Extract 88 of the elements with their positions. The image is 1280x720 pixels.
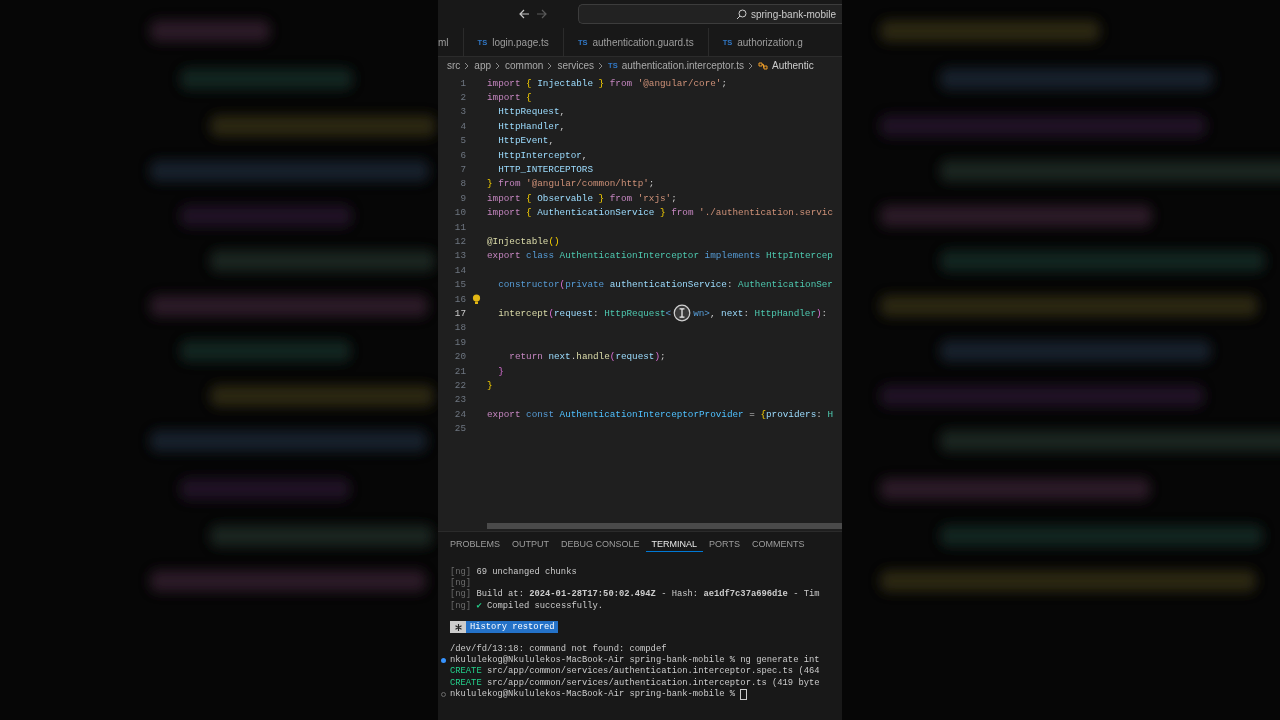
line-number: 21: [453, 365, 466, 377]
chevron-icon: [748, 61, 754, 70]
code-line: HttpEvent,: [497, 135, 554, 147]
line-number: 10: [453, 207, 466, 219]
asterisk-icon: [450, 621, 466, 634]
line-number: 6: [459, 149, 466, 161]
panel-tab[interactable]: DEBUG CONSOLE: [555, 536, 646, 552]
panel-tab[interactable]: COMMENTS: [745, 536, 811, 552]
mouse-cursor-icon: [673, 304, 692, 323]
terminal-output: Build at: 2024-01-28T17:50:02.494Z - Hash: ae1df7c37a696d1e - Tim: [476, 589, 820, 600]
code-line: export class AuthenticationInterceptor implements HttpIntercep: [487, 250, 833, 262]
code-line: HttpRequest,: [497, 106, 566, 118]
line-number: 15: [453, 279, 466, 291]
panel-tab[interactable]: TERMINAL: [645, 536, 704, 552]
search-field[interactable]: spring-bank-mobile: [578, 4, 842, 24]
history-restored-label: History restored: [466, 621, 559, 634]
chevron-icon: [598, 61, 605, 70]
back-arrow-icon[interactable]: [518, 8, 530, 20]
chevron-icon: [495, 61, 502, 70]
editor-tab[interactable]: ml: [438, 28, 464, 56]
panel-tab[interactable]: OUTPUT: [506, 536, 555, 552]
line-number: 3: [459, 106, 466, 118]
ng-prefix: [ng]: [450, 589, 472, 600]
terminal-output: Compiled successfully.: [487, 600, 604, 611]
terminal-prompt: nkululekog@Nkululekos-MacBook-Air spring-bank-mobile % ng generate int: [450, 655, 820, 666]
line-number: 16: [453, 293, 466, 305]
code-line: import {: [487, 92, 532, 104]
code-line: HttpInterceptor,: [497, 149, 588, 161]
breadcrumb-item[interactable]: authentication.interceptor.ts: [621, 60, 744, 71]
check-mark: ✔: [476, 600, 482, 612]
line-number: 8: [459, 178, 466, 190]
line-number: 25: [453, 423, 466, 435]
line-number: 4: [459, 120, 466, 132]
code-line: import { Observable } from 'rxjs';: [487, 192, 677, 204]
breadcrumb-item[interactable]: common: [505, 60, 544, 71]
line-number: 13: [453, 250, 466, 262]
line-number: 14: [453, 264, 466, 276]
terminal-output: 69 unchanged chunks: [476, 566, 577, 577]
line-number: 24: [453, 408, 466, 420]
ng-prefix: [ng]: [450, 600, 472, 611]
line-number: 22: [453, 379, 466, 391]
line-number: 19: [453, 336, 466, 348]
ng-prefix: [ng]: [450, 577, 472, 588]
terminal-output: src/app/common/services/authentication.interceptor.ts (419 byte: [486, 677, 820, 688]
code-line: }: [487, 379, 493, 391]
line-number: 18: [453, 322, 466, 334]
breadcrumb-item[interactable]: Authentic: [772, 60, 814, 71]
panel-tab[interactable]: PORTS: [703, 536, 746, 552]
line-number: 23: [453, 394, 466, 406]
horizontal-scrollbar[interactable]: [487, 523, 842, 529]
code-line: HttpHandler,: [497, 120, 566, 132]
code-line: HTTP_INTERCEPTORS: [497, 164, 593, 176]
breadcrumb-item[interactable]: app: [474, 60, 492, 71]
search-icon: [735, 8, 747, 20]
code-line: import { Injectable } from '@angular/core';: [487, 77, 727, 89]
class-symbol-icon: [758, 60, 768, 71]
breadcrumb-item[interactable]: src: [447, 60, 461, 71]
create-tag: CREATE: [450, 666, 482, 677]
code-line: } from '@angular/common/http';: [487, 178, 655, 190]
line-number: 1: [459, 77, 466, 89]
code-line: @Injectable(): [487, 236, 560, 247]
terminal-prompt: nkululekog@Nkululekos-MacBook-Air spring-bank-mobile %: [450, 689, 736, 699]
line-number: 9: [459, 192, 466, 204]
chevron-icon: [547, 61, 554, 70]
code-line: wn>, next: HttpHandler):: [693, 307, 828, 319]
line-number: 5: [459, 135, 466, 147]
code-line: constructor(private authenticationService: AuthenticationSer: [497, 279, 833, 291]
line-number: 20: [453, 351, 466, 363]
line-number: 12: [453, 236, 466, 247]
code-line: export const AuthenticationInterceptorProvider = {providers: H: [487, 408, 833, 420]
code-line: }: [497, 365, 504, 377]
chevron-icon: [464, 61, 471, 70]
code-line: return next.handle(request);: [508, 351, 666, 363]
panel-tab[interactable]: PROBLEMS: [444, 536, 506, 552]
line-number: 2: [459, 92, 466, 104]
line-number: 7: [459, 164, 466, 176]
forward-arrow-icon[interactable]: [536, 8, 548, 20]
ng-prefix: [ng]: [450, 566, 472, 577]
line-number: 11: [453, 221, 466, 233]
breadcrumb-item[interactable]: services: [557, 60, 595, 71]
search-value: spring-bank-mobile: [750, 8, 836, 20]
create-tag: CREATE: [450, 677, 482, 688]
line-number: 17: [453, 307, 466, 319]
code-line: intercept(request: HttpRequest<: [497, 307, 672, 319]
terminal-output: src/app/common/services/authentication.interceptor.spec.ts (464: [486, 666, 820, 677]
lightbulb-icon[interactable]: [472, 293, 481, 305]
terminal-output: /dev/fd/13:18: command not found: compdef: [450, 643, 667, 654]
code-line: import { AuthenticationService } from './authentication.servic: [487, 207, 833, 219]
